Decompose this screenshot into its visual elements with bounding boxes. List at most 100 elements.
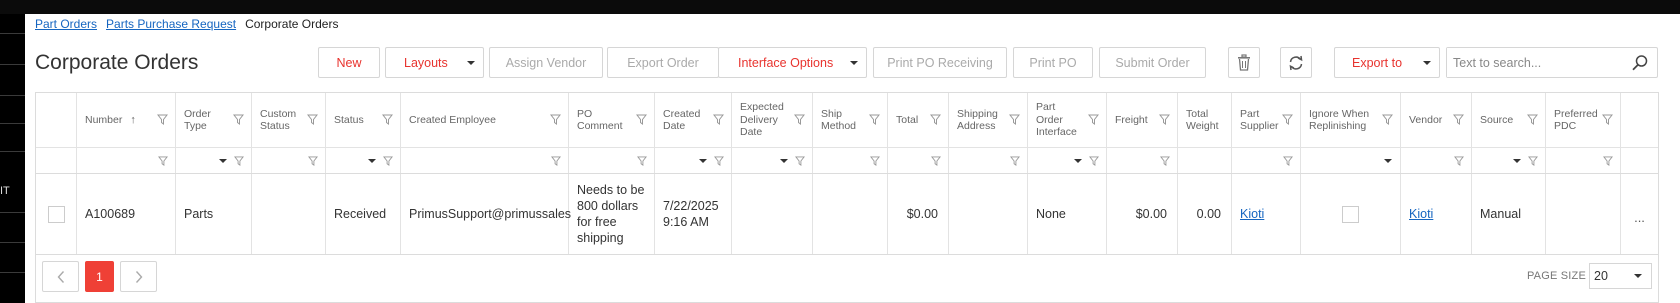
new-button[interactable]: New bbox=[318, 47, 380, 78]
filter-cell-part-supplier[interactable] bbox=[1232, 148, 1301, 173]
search-icon[interactable] bbox=[1631, 54, 1649, 72]
filter-icon[interactable] bbox=[1453, 114, 1464, 125]
filter-cell-vendor[interactable] bbox=[1401, 148, 1472, 173]
filter-icon[interactable] bbox=[636, 114, 647, 125]
filter-icon[interactable] bbox=[308, 156, 318, 166]
filter-icon[interactable] bbox=[383, 156, 393, 166]
header-vendor[interactable]: Vendor bbox=[1401, 93, 1472, 147]
filter-icon[interactable] bbox=[1159, 114, 1170, 125]
header-part-supplier[interactable]: Part Supplier bbox=[1232, 93, 1301, 147]
header-po-comment[interactable]: PO Comment bbox=[569, 93, 655, 147]
filter-icon[interactable] bbox=[1089, 156, 1099, 166]
header-ship-method[interactable]: Ship Method bbox=[813, 93, 888, 147]
header-custom-status[interactable]: Custom Status bbox=[252, 93, 326, 147]
submit-order-button[interactable]: Submit Order bbox=[1099, 47, 1206, 78]
header-part-order-interface[interactable]: Part Order Interface bbox=[1028, 93, 1107, 147]
filter-icon[interactable] bbox=[794, 114, 805, 125]
filter-cell-expected-delivery-date[interactable] bbox=[732, 148, 813, 173]
print-po-button[interactable]: Print PO bbox=[1013, 47, 1093, 78]
filter-icon[interactable] bbox=[233, 114, 244, 125]
filter-cell-source[interactable] bbox=[1472, 148, 1546, 173]
filter-cell-total[interactable] bbox=[888, 148, 949, 173]
filter-icon[interactable] bbox=[870, 156, 880, 166]
filter-icon[interactable] bbox=[869, 114, 880, 125]
export-order-button[interactable]: Export Order bbox=[607, 47, 719, 78]
prev-page-button[interactable] bbox=[42, 261, 79, 292]
filter-icon[interactable] bbox=[713, 114, 724, 125]
filter-cell-po-comment[interactable] bbox=[569, 148, 655, 173]
table-row[interactable]: A100689 Parts Received PrimusSupport@pri… bbox=[36, 174, 1658, 255]
header-shipping-address[interactable]: Shipping Address bbox=[949, 93, 1028, 147]
filter-cell-created-employee[interactable] bbox=[401, 148, 569, 173]
filter-icon[interactable] bbox=[714, 156, 724, 166]
header-created-date[interactable]: Created Date bbox=[655, 93, 732, 147]
filter-cell-part-order-interface[interactable] bbox=[1028, 148, 1107, 173]
chevron-down-icon[interactable] bbox=[219, 159, 227, 163]
filter-icon[interactable] bbox=[1010, 156, 1020, 166]
filter-icon[interactable] bbox=[1382, 114, 1393, 125]
filter-icon[interactable] bbox=[1282, 114, 1293, 125]
header-total[interactable]: Total bbox=[888, 93, 949, 147]
print-po-receiving-button[interactable]: Print PO Receiving bbox=[873, 47, 1007, 78]
filter-cell-freight[interactable] bbox=[1107, 148, 1178, 173]
refresh-button[interactable] bbox=[1280, 47, 1312, 78]
chevron-down-icon[interactable] bbox=[780, 159, 788, 163]
next-page-button[interactable] bbox=[120, 261, 157, 292]
filter-icon[interactable] bbox=[550, 114, 561, 125]
filter-icon[interactable] bbox=[382, 114, 393, 125]
filter-cell-ship-method[interactable] bbox=[813, 148, 888, 173]
chevron-down-icon[interactable] bbox=[1384, 159, 1392, 163]
filter-cell-order-type[interactable] bbox=[176, 148, 252, 173]
header-preferred-pdc[interactable]: Preferred PDC bbox=[1546, 93, 1621, 147]
header-total-weight[interactable]: Total Weight bbox=[1178, 93, 1232, 147]
row-actions-menu[interactable]: ... bbox=[1621, 174, 1658, 254]
filter-icon[interactable] bbox=[1602, 114, 1613, 125]
filter-icon[interactable] bbox=[1454, 156, 1464, 166]
filter-icon[interactable] bbox=[1088, 114, 1099, 125]
filter-icon[interactable] bbox=[637, 156, 647, 166]
assign-vendor-button[interactable]: Assign Vendor bbox=[489, 47, 603, 78]
delete-button[interactable] bbox=[1228, 47, 1260, 78]
filter-icon[interactable] bbox=[157, 114, 168, 125]
header-source[interactable]: Source bbox=[1472, 93, 1546, 147]
chevron-down-icon[interactable] bbox=[1074, 159, 1082, 163]
filter-cell-custom-status[interactable] bbox=[252, 148, 326, 173]
header-expected-delivery-date[interactable]: Expected Delivery Date bbox=[732, 93, 813, 147]
sort-up-icon[interactable]: ↑ bbox=[130, 114, 136, 127]
filter-icon[interactable] bbox=[234, 156, 244, 166]
filter-icon[interactable] bbox=[1527, 114, 1538, 125]
chevron-down-icon[interactable] bbox=[368, 159, 376, 163]
header-created-employee[interactable]: Created Employee bbox=[401, 93, 569, 147]
vendor-link[interactable]: Kioti bbox=[1409, 206, 1433, 222]
filter-cell-ignore-when-replinishing[interactable] bbox=[1301, 148, 1401, 173]
ignore-when-replinishing-checkbox[interactable] bbox=[1342, 205, 1359, 223]
filter-cell-created-date[interactable] bbox=[655, 148, 732, 173]
breadcrumb-part-orders[interactable]: Part Orders bbox=[35, 17, 97, 31]
header-ignore-when-replinishing[interactable]: Ignore When Replinishing bbox=[1301, 93, 1401, 147]
filter-icon[interactable] bbox=[1528, 156, 1538, 166]
filter-icon[interactable] bbox=[307, 114, 318, 125]
chevron-down-icon[interactable] bbox=[1513, 159, 1521, 163]
row-select-checkbox[interactable] bbox=[47, 205, 65, 223]
layouts-button[interactable]: Layouts bbox=[385, 47, 484, 78]
header-freight[interactable]: Freight bbox=[1107, 93, 1178, 147]
filter-icon[interactable] bbox=[158, 156, 168, 166]
left-nav-label[interactable]: IT bbox=[0, 185, 10, 197]
filter-icon[interactable] bbox=[795, 156, 805, 166]
header-order-type[interactable]: Order Type bbox=[176, 93, 252, 147]
filter-icon[interactable] bbox=[551, 156, 561, 166]
interface-options-button[interactable]: Interface Options bbox=[718, 47, 867, 78]
filter-icon[interactable] bbox=[931, 156, 941, 166]
filter-icon[interactable] bbox=[1283, 156, 1293, 166]
breadcrumb-parts-purchase-request[interactable]: Parts Purchase Request bbox=[106, 17, 236, 31]
filter-icon[interactable] bbox=[930, 114, 941, 125]
chevron-down-icon[interactable] bbox=[699, 159, 707, 163]
filter-cell-preferred-pdc[interactable] bbox=[1546, 148, 1621, 173]
filter-cell-shipping-address[interactable] bbox=[949, 148, 1028, 173]
part-supplier-link[interactable]: Kioti bbox=[1240, 206, 1264, 222]
filter-icon[interactable] bbox=[1603, 156, 1613, 166]
page-size-select[interactable]: 20 bbox=[1589, 263, 1652, 289]
filter-cell-number[interactable] bbox=[77, 148, 176, 173]
filter-icon[interactable] bbox=[1160, 156, 1170, 166]
export-to-button[interactable]: Export to bbox=[1334, 47, 1440, 78]
